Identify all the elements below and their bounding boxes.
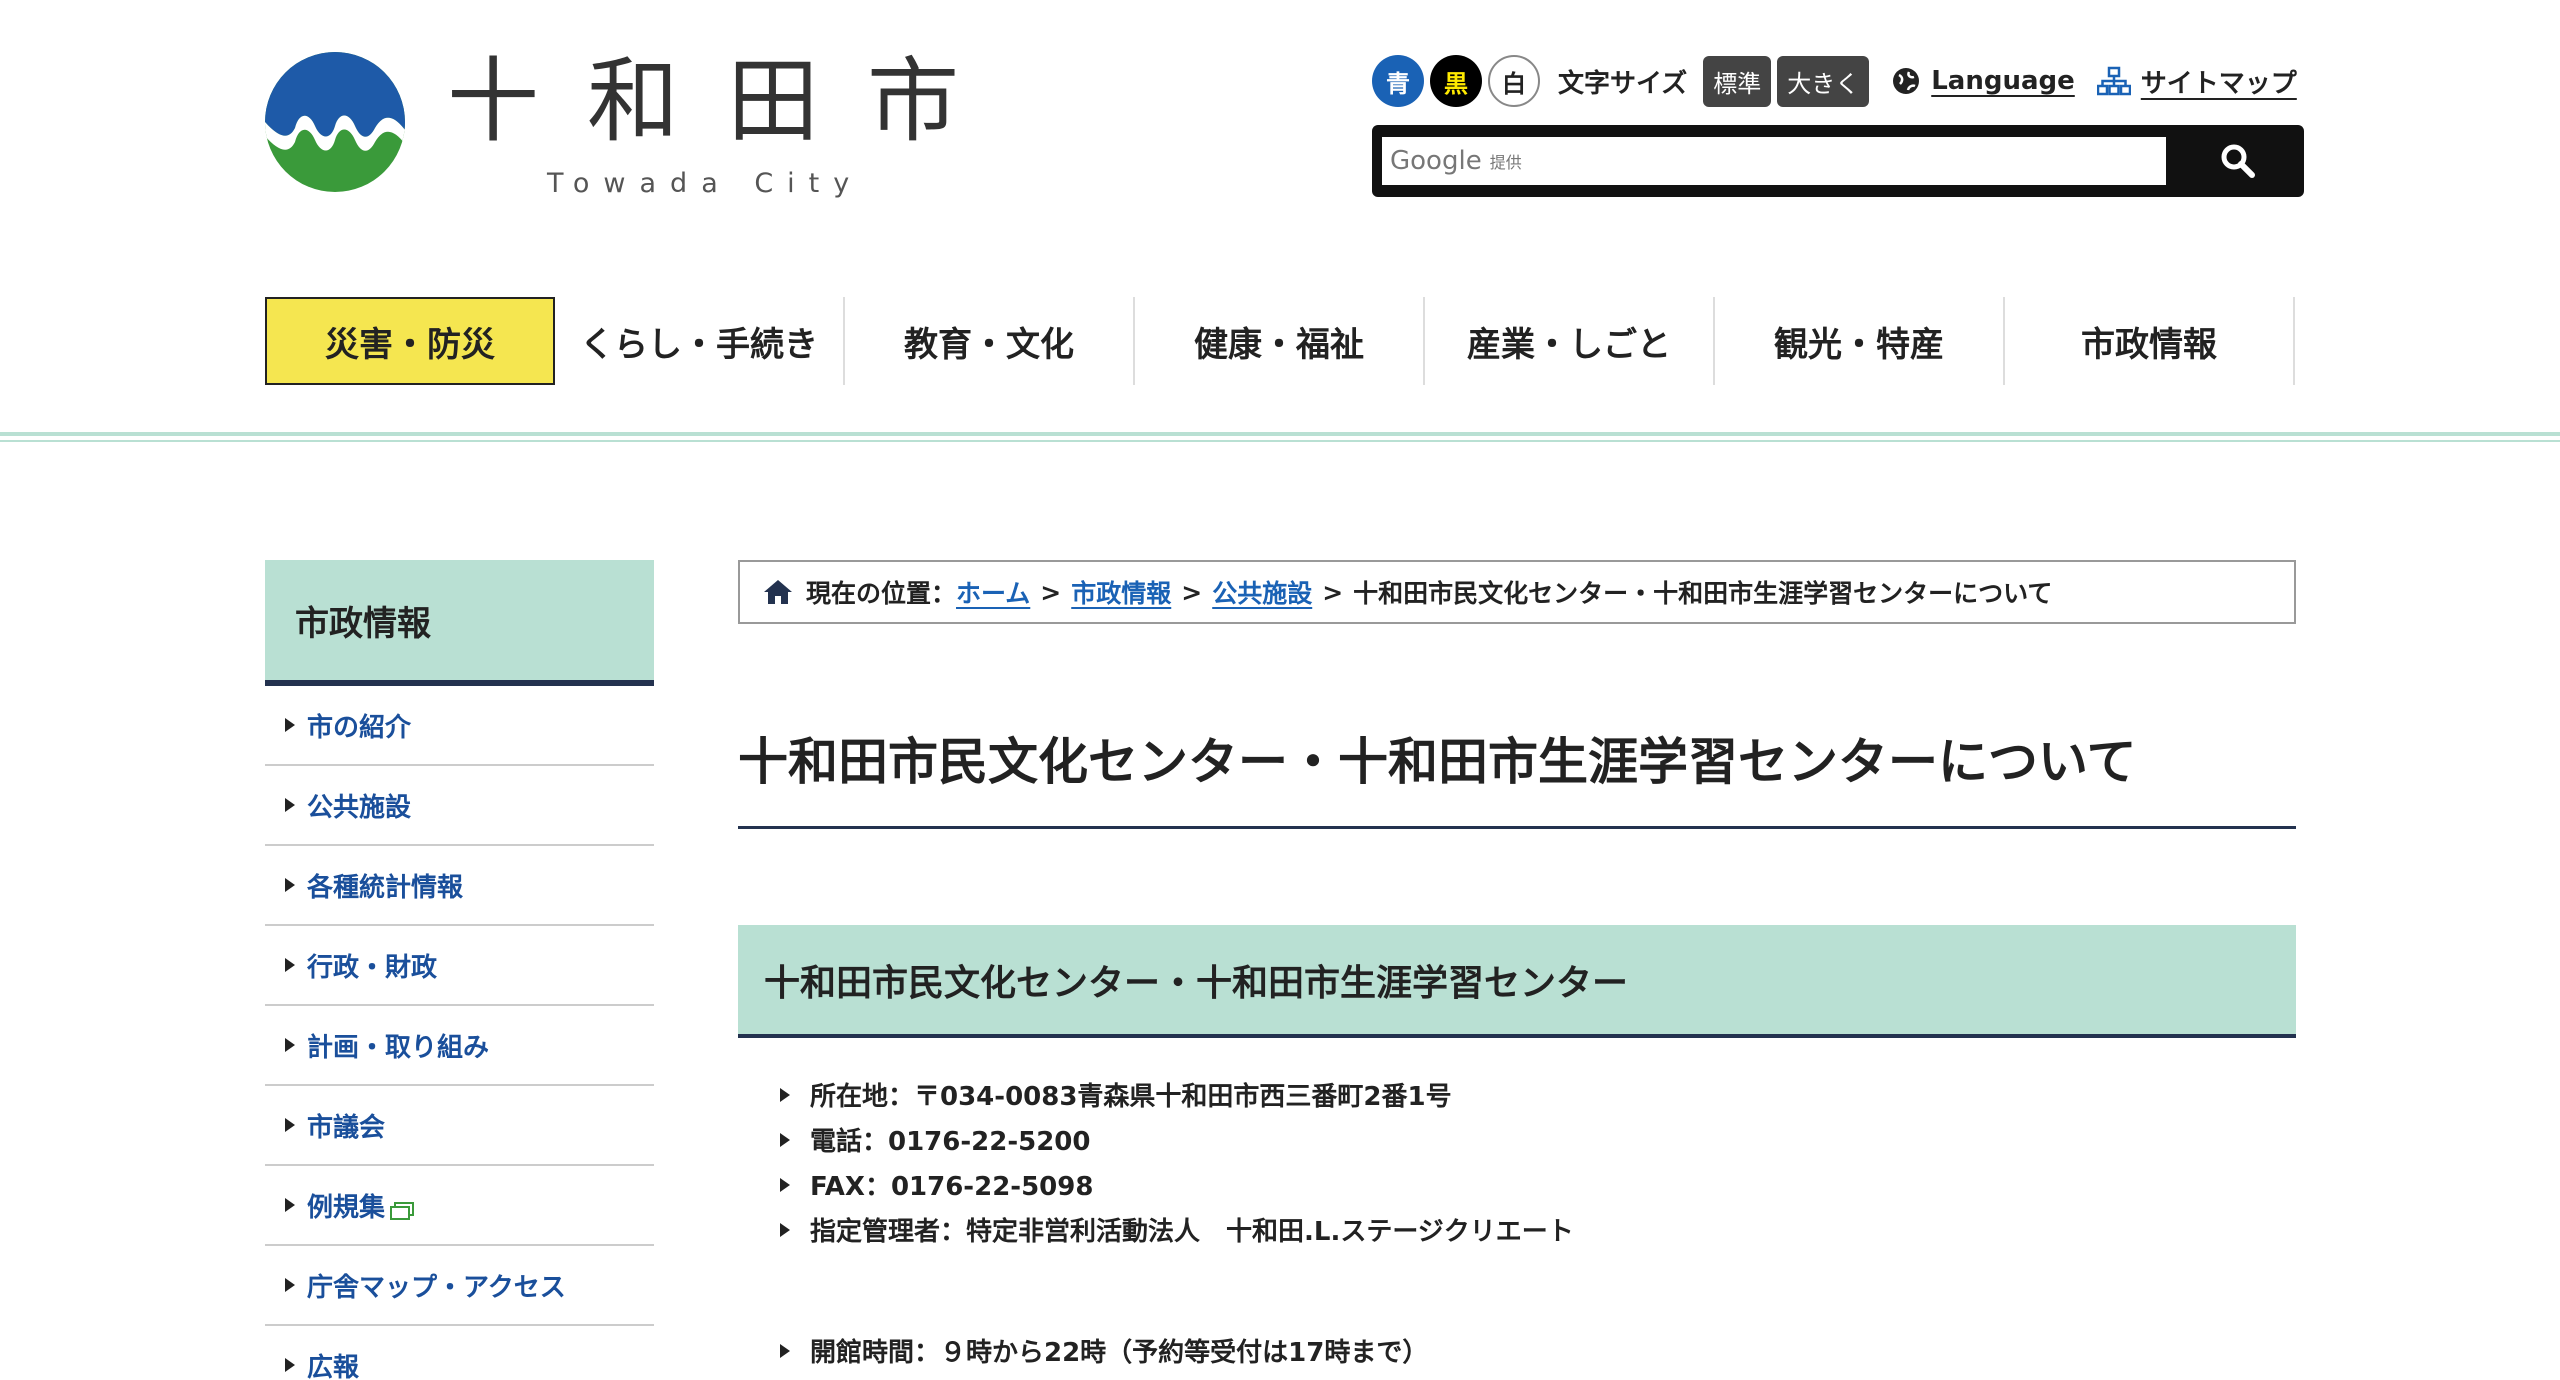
facility-info-list: 所在地：〒034-0083青森県十和田市西三番町2番1号 電話：0176-22-… [780, 1072, 1574, 1252]
utility-bar: 青 黒 白 文字サイズ 標準 大きく Language サイトマップ [1372, 55, 2297, 107]
google-watermark: Google [1390, 146, 1482, 176]
sidebar: 市政情報 市の紹介 公共施設 各種統計情報 行政・財政 計画・取り組み 市議会 … [265, 560, 654, 1380]
triangle-right-icon [285, 1278, 295, 1292]
sitemap-link[interactable]: サイトマップ [2096, 63, 2297, 100]
sidebar-item-label: 広報 [307, 1352, 360, 1380]
sidebar-item-label: 計画・取り組み [307, 1032, 490, 1063]
info-fax-text: FAX：0176-22-5098 [810, 1172, 1094, 1202]
towada-logo-icon [265, 52, 405, 192]
triangle-right-icon [285, 878, 295, 892]
sidebar-item-plans[interactable]: 計画・取り組み [265, 1006, 654, 1086]
nav-disaster[interactable]: 災害・防災 [265, 297, 555, 385]
globe-icon [1893, 68, 1920, 94]
breadcrumb-label: 現在の位置： [806, 579, 957, 608]
triangle-right-icon [780, 1132, 790, 1147]
triangle-right-icon [780, 1343, 790, 1358]
breadcrumb-current: 十和田市民文化センター・十和田市生涯学習センターについて [1353, 579, 2053, 608]
info-manager-text: 指定管理者：特定非営利活動法人 十和田.L.ステージクリエート [810, 1217, 1574, 1247]
nav-divider-thin [0, 440, 2560, 442]
breadcrumb-separator: > [1040, 577, 1062, 607]
search-button[interactable] [2172, 125, 2304, 197]
page-title: 十和田市民文化センター・十和田市生涯学習センターについて [738, 722, 2296, 829]
breadcrumb-public-facilities-link[interactable]: 公共施設 [1212, 574, 1312, 610]
logo-subtitle: Towada City [547, 168, 864, 199]
nav-divider [0, 432, 2560, 436]
info-hours-text: 開館時間：９時から22時（予約等受付は17時まで） [810, 1338, 1429, 1368]
sidebar-item-administration[interactable]: 行政・財政 [265, 926, 654, 1006]
nav-health[interactable]: 健康・福祉 [1135, 297, 1425, 385]
search-input[interactable]: Google 提供 [1382, 137, 2166, 185]
language-link[interactable]: Language [1891, 66, 2075, 96]
triangle-right-icon [285, 1198, 295, 1212]
sidebar-item-ordinances[interactable]: 例規集 [265, 1166, 654, 1246]
site-logo[interactable]: 十和田市 Towada City [265, 52, 1007, 199]
breadcrumb-city-admin-link[interactable]: 市政情報 [1071, 574, 1171, 610]
google-provided-label: 提供 [1489, 153, 1522, 172]
triangle-right-icon [285, 958, 295, 972]
breadcrumb: 現在の位置： ホーム > 市政情報 > 公共施設 > 十和田市民文化センター・十… [738, 560, 2296, 624]
sidebar-item-access-map[interactable]: 庁舎マップ・アクセス [265, 1246, 654, 1326]
nav-city-admin[interactable]: 市政情報 [2005, 297, 2295, 385]
facility-hours-list: 開館時間：９時から22時（予約等受付は17時まで） [780, 1328, 1428, 1373]
global-nav: 災害・防災 くらし・手続き 教育・文化 健康・福祉 産業・しごと 観光・特産 市… [265, 297, 2297, 385]
color-blue-button[interactable]: 青 [1372, 55, 1424, 107]
sidebar-item-assembly[interactable]: 市議会 [265, 1086, 654, 1166]
nav-education[interactable]: 教育・文化 [845, 297, 1135, 385]
triangle-right-icon [780, 1177, 790, 1192]
color-black-button[interactable]: 黒 [1430, 55, 1482, 107]
external-window-icon [390, 1202, 415, 1220]
triangle-right-icon [285, 1118, 295, 1132]
triangle-right-icon [285, 718, 295, 732]
language-label: Language [1931, 66, 2075, 96]
nav-tourism[interactable]: 観光・特産 [1715, 297, 2005, 385]
triangle-right-icon [780, 1222, 790, 1237]
breadcrumb-separator: > [1322, 577, 1344, 607]
sitemap-label: サイトマップ [2140, 68, 2297, 99]
nav-industry[interactable]: 産業・しごと [1425, 297, 1715, 385]
text-size-standard-button[interactable]: 標準 [1703, 55, 1772, 107]
sidebar-item-label: 行政・財政 [307, 952, 438, 983]
breadcrumb-home-link[interactable]: ホーム [956, 574, 1030, 610]
info-address-text: 所在地：〒034-0083青森県十和田市西三番町2番1号 [810, 1082, 1452, 1112]
info-hours: 開館時間：９時から22時（予約等受付は17時まで） [780, 1328, 1428, 1373]
sidebar-list: 市の紹介 公共施設 各種統計情報 行政・財政 計画・取り組み 市議会 例規集 庁… [265, 686, 654, 1380]
sidebar-heading: 市政情報 [265, 560, 654, 686]
search-bar: Google 提供 [1372, 125, 2304, 197]
text-size-large-button[interactable]: 大きく [1777, 55, 1870, 107]
info-phone: 電話：0176-22-5200 [780, 1117, 1574, 1162]
info-address: 所在地：〒034-0083青森県十和田市西三番町2番1号 [780, 1072, 1574, 1117]
sidebar-item-label: 各種統計情報 [307, 872, 464, 903]
triangle-right-icon [780, 1087, 790, 1102]
color-white-button[interactable]: 白 [1488, 55, 1540, 107]
sitemap-icon [2096, 66, 2131, 96]
sidebar-item-label: 市の紹介 [307, 712, 412, 743]
nav-living[interactable]: くらし・手続き [555, 297, 845, 385]
info-fax: FAX：0176-22-5098 [780, 1162, 1574, 1207]
sidebar-item-public-relations[interactable]: 広報 [265, 1326, 654, 1380]
sidebar-item-public-facilities[interactable]: 公共施設 [265, 766, 654, 846]
section-heading: 十和田市民文化センター・十和田市生涯学習センター [738, 925, 2296, 1038]
triangle-right-icon [285, 1038, 295, 1052]
search-icon [2221, 144, 2255, 178]
triangle-right-icon [285, 798, 295, 812]
sidebar-item-label: 庁舎マップ・アクセス [307, 1272, 566, 1303]
sidebar-item-label: 公共施設 [307, 792, 412, 823]
info-phone-text: 電話：0176-22-5200 [810, 1127, 1091, 1157]
home-icon [764, 580, 792, 604]
triangle-right-icon [285, 1358, 295, 1372]
sidebar-item-statistics[interactable]: 各種統計情報 [265, 846, 654, 926]
breadcrumb-separator: > [1181, 577, 1203, 607]
sidebar-item-label: 例規集 [307, 1192, 386, 1223]
text-size-label: 文字サイズ [1558, 68, 1688, 99]
sidebar-item-label: 市議会 [307, 1112, 386, 1143]
sidebar-item-city-intro[interactable]: 市の紹介 [265, 686, 654, 766]
logo-title: 十和田市 [447, 48, 1008, 155]
info-manager: 指定管理者：特定非営利活動法人 十和田.L.ステージクリエート [780, 1207, 1574, 1252]
